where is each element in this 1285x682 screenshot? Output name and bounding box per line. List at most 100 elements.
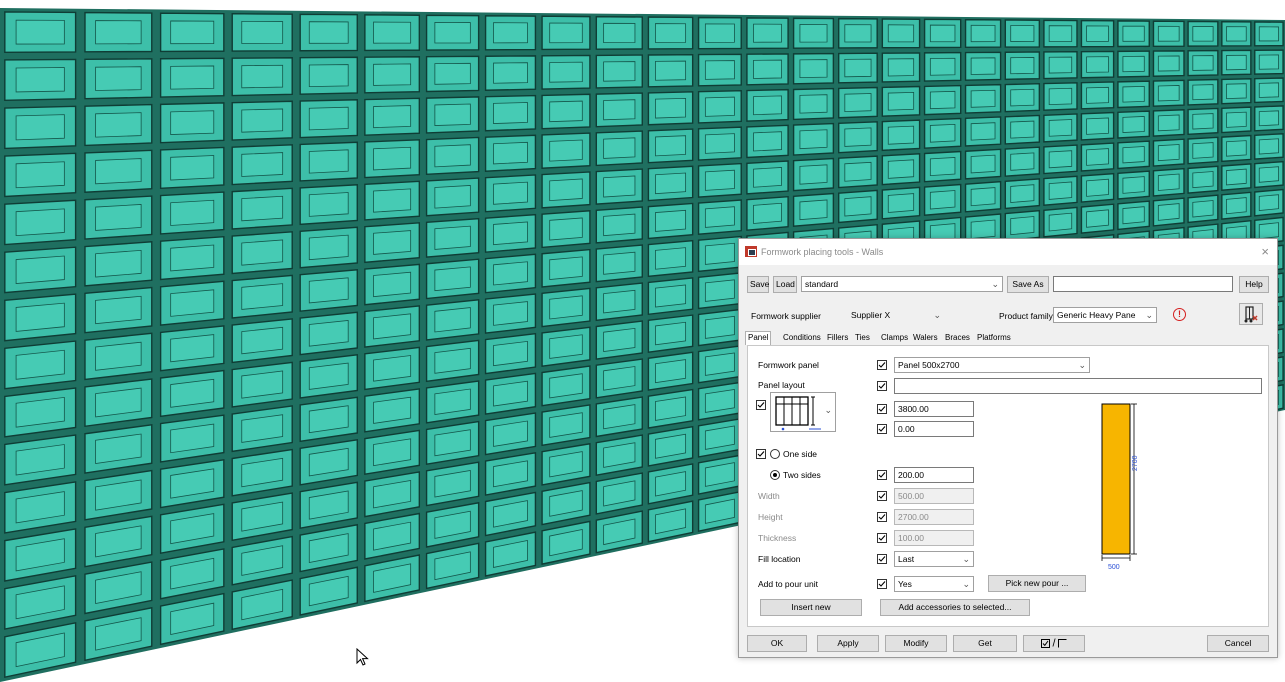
formwork-panel-checkbox[interactable] [877,360,887,370]
height-label: Height [758,512,783,522]
product-family-select[interactable]: Generic Heavy Pane ⌄ [1053,307,1157,323]
formwork-cell-inset [603,327,636,352]
tab-clamps[interactable]: Clamps [879,332,910,344]
formwork-cell-inset [844,127,872,147]
formwork-cell-inset [95,20,142,45]
save-button[interactable]: Save [747,276,769,293]
modify-button[interactable]: Modify [885,635,947,652]
thickness-input: 100.00 [894,530,974,546]
panel-layout-input[interactable] [894,378,1262,394]
formwork-cell-inset [655,172,687,195]
formwork-cell-inset [1157,114,1180,132]
formwork-cell-inset [308,319,349,347]
formwork-cell-inset [1048,25,1073,42]
formwork-cell-inset [799,129,828,150]
two-sides-value-checkbox[interactable] [877,470,887,480]
two-sides-value-input[interactable]: 200.00 [894,467,974,483]
fill-location-select[interactable]: Last ⌄ [894,551,974,567]
width-label: Width [758,491,780,501]
supplier-select[interactable]: Supplier X ⌄ [847,307,945,323]
formwork-cell-inset [1226,168,1247,186]
layout-picture-select[interactable]: ⌄ [770,392,836,432]
chevron-down-icon: ⌄ [824,405,832,415]
pick-new-pour-button[interactable]: Pick new pour ... [988,575,1086,592]
panel-tab-content: Formwork panel Panel 500x2700 ⌄ Panel la… [747,345,1269,627]
add-accessories-button[interactable]: Add accessories to selected... [880,599,1030,616]
formwork-cell-inset [844,24,872,43]
formwork-cell-inset [170,334,215,363]
formwork-cell-inset [1192,84,1214,101]
formwork-cell-inset [1086,25,1109,42]
dialog-titlebar[interactable]: Formwork placing tools - Walls × [739,239,1277,265]
formwork-cell-inset [929,57,956,76]
width-checkbox[interactable] [877,491,887,501]
value-1-input[interactable]: 3800.00 [894,401,974,417]
formwork-cell-inset [241,195,284,222]
formwork-cell-inset [15,19,65,45]
formwork-cell-inset [603,137,636,159]
save-as-button[interactable]: Save As [1007,276,1049,293]
sides-checkbox[interactable] [756,449,766,459]
panel-layout-checkbox[interactable] [877,381,887,391]
formwork-placing-dialog: Formwork placing tools - Walls × Save Lo… [738,238,1278,658]
formwork-cell-inset [655,23,687,43]
formwork-cell-inset [493,261,528,286]
formwork-cell-inset [1192,171,1214,189]
load-button[interactable]: Load [773,276,797,293]
formwork-tool-button[interactable] [1239,303,1263,325]
help-button[interactable]: Help [1239,276,1269,293]
thickness-checkbox[interactable] [877,533,887,543]
get-button[interactable]: Get [953,635,1017,652]
value-2-input[interactable]: 0.00 [894,421,974,437]
tab-panel[interactable]: Panel [745,331,772,345]
add-to-pour-checkbox[interactable] [877,579,887,589]
formwork-cell-inset [493,301,528,326]
one-side-radio[interactable] [770,449,780,459]
formwork-cell-inset [929,190,956,210]
formwork-cell-inset [549,295,583,320]
tab-ties[interactable]: Ties [853,332,872,344]
formwork-cell-inset [241,152,284,177]
ok-button[interactable]: OK [747,635,807,652]
formwork-cell-inset [434,103,471,126]
value-2-checkbox[interactable] [877,424,887,434]
formwork-cell-inset [95,112,142,138]
formwork-cell-inset [95,66,142,91]
toggle-selection-button[interactable]: / [1023,635,1085,652]
value-1-checkbox[interactable] [877,404,887,414]
formwork-cell-inset [170,244,215,272]
fill-location-checkbox[interactable] [877,554,887,564]
formwork-cell-inset [799,164,828,185]
formwork-cell-inset [970,24,996,43]
formwork-cell-inset [493,62,528,84]
tab-braces[interactable]: Braces [943,332,972,344]
formwork-cell-inset [241,239,284,266]
formwork-cell-inset [844,196,872,217]
formwork-cell-inset [1122,55,1145,73]
formwork-cell-inset [970,187,996,207]
apply-button[interactable]: Apply [817,635,879,652]
formwork-cell-inset [549,334,583,359]
formwork-cell-inset [1048,87,1073,106]
preset-select[interactable]: standard ⌄ [801,276,1003,292]
close-icon[interactable]: × [1261,244,1269,259]
one-side-label: One side [783,449,818,459]
tab-walers[interactable]: Walers [911,332,940,344]
save-as-name-input[interactable] [1053,276,1233,292]
tab-platforms[interactable]: Platforms [975,332,1013,344]
formwork-cell-inset [308,21,349,44]
formwork-cell-inset [844,161,872,182]
formwork-panel-select[interactable]: Panel 500x2700 ⌄ [894,357,1090,373]
insert-new-button[interactable]: Insert new [760,599,862,616]
warning-icon[interactable]: ! [1173,308,1186,321]
tab-conditions[interactable]: Conditions [781,332,823,344]
tab-fillers[interactable]: Fillers [825,332,850,344]
formwork-cell-inset [970,122,996,141]
formwork-cell-inset [1086,178,1109,197]
two-sides-radio[interactable] [770,470,780,480]
add-to-pour-select[interactable]: Yes ⌄ [894,576,974,592]
cancel-button[interactable]: Cancel [1207,635,1269,652]
height-checkbox[interactable] [877,512,887,522]
layout-picture-checkbox[interactable] [756,400,766,410]
formwork-cell-inset [753,95,782,116]
